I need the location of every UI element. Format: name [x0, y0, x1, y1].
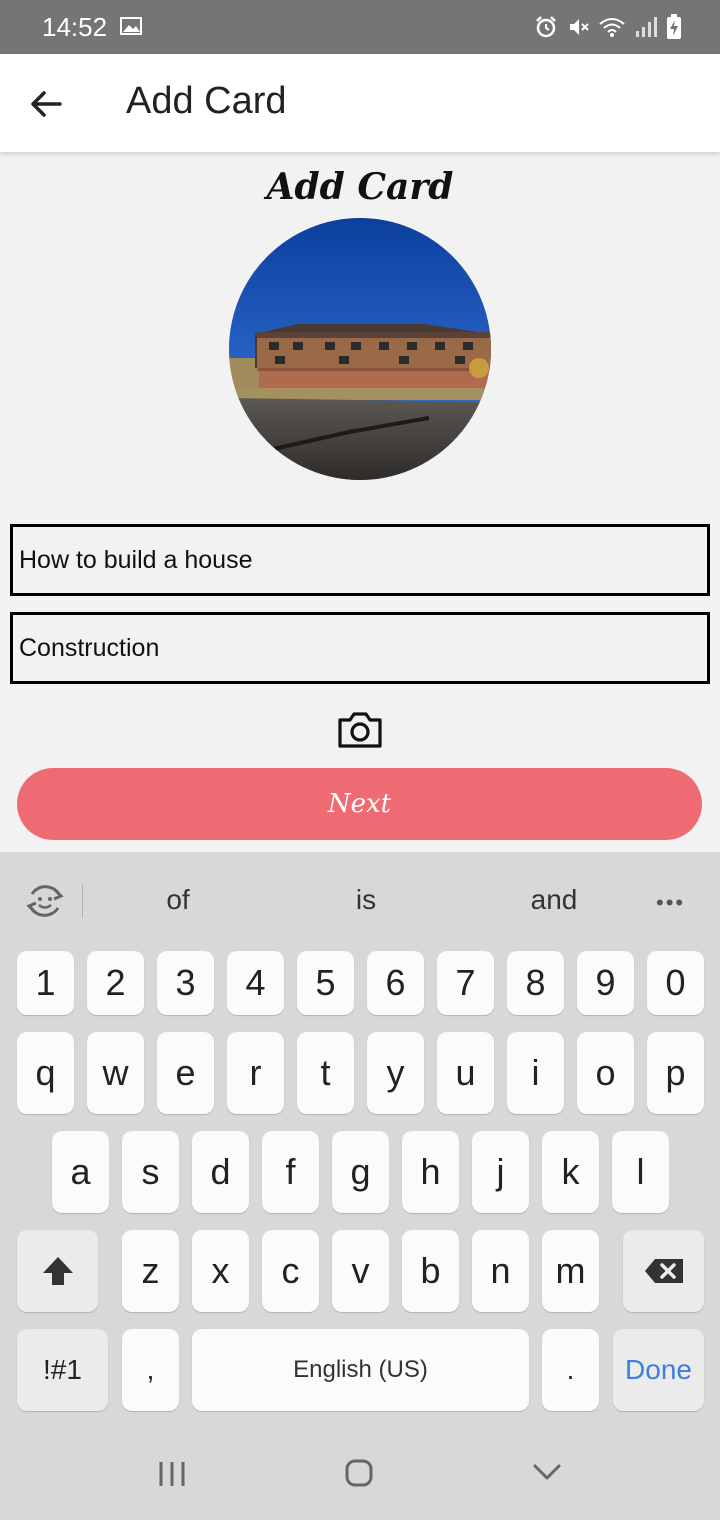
status-icons [534, 14, 682, 40]
backspace-icon [644, 1259, 683, 1283]
navigation-bar [0, 1432, 720, 1520]
key-d[interactable]: d [192, 1131, 249, 1213]
key-q[interactable]: q [17, 1032, 74, 1114]
image-icon [120, 17, 142, 35]
app-bar: Add Card [0, 54, 720, 152]
key-r[interactable]: r [227, 1032, 284, 1114]
shift-icon [42, 1257, 73, 1285]
more-icon[interactable]: ••• [656, 890, 685, 916]
camera-icon[interactable] [336, 710, 384, 750]
key-t[interactable]: t [297, 1032, 354, 1114]
suggestion-2[interactable]: is [286, 884, 446, 916]
key-m[interactable]: m [542, 1230, 599, 1312]
key-k[interactable]: k [542, 1131, 599, 1213]
mute-icon [570, 19, 589, 35]
key-c[interactable]: c [262, 1230, 319, 1312]
card-title-input[interactable] [13, 527, 707, 593]
alarm-icon [536, 16, 556, 38]
key-3[interactable]: 3 [157, 951, 214, 1015]
comma-key[interactable]: , [122, 1329, 179, 1411]
key-g[interactable]: g [332, 1131, 389, 1213]
arrow-left-icon[interactable] [26, 84, 66, 124]
suggestion-3[interactable]: and [474, 884, 634, 916]
card-category-input[interactable] [13, 615, 707, 681]
key-2[interactable]: 2 [87, 951, 144, 1015]
key-0[interactable]: 0 [647, 951, 704, 1015]
symbols-key[interactable]: !#1 [17, 1329, 108, 1411]
key-v[interactable]: v [332, 1230, 389, 1312]
key-o[interactable]: o [577, 1032, 634, 1114]
key-n[interactable]: n [472, 1230, 529, 1312]
key-f[interactable]: f [262, 1131, 319, 1213]
key-p[interactable]: p [647, 1032, 704, 1114]
card-category-field[interactable] [10, 612, 710, 684]
suggestion-bar: of is and ••• [0, 852, 720, 948]
battery-icon [667, 14, 681, 39]
key-1[interactable]: 1 [17, 951, 74, 1015]
emoji-sync-icon[interactable] [24, 880, 66, 922]
key-j[interactable]: j [472, 1131, 529, 1213]
signal-icon [636, 17, 657, 37]
done-key[interactable]: Done [613, 1329, 704, 1411]
period-key[interactable]: . [542, 1329, 599, 1411]
key-u[interactable]: u [437, 1032, 494, 1114]
status-bar: 14:52 [0, 0, 720, 54]
back-chevron-icon[interactable] [532, 1462, 562, 1484]
key-w[interactable]: w [87, 1032, 144, 1114]
key-z[interactable]: z [122, 1230, 179, 1312]
card-image[interactable] [229, 218, 491, 480]
form-heading: Add Card [266, 166, 454, 208]
key-8[interactable]: 8 [507, 951, 564, 1015]
page-title: Add Card [126, 80, 287, 122]
house-photo [229, 218, 491, 480]
key-h[interactable]: h [402, 1131, 459, 1213]
status-time: 14:52 [42, 12, 108, 42]
key-e[interactable]: e [157, 1032, 214, 1114]
key-4[interactable]: 4 [227, 951, 284, 1015]
key-a[interactable]: a [52, 1131, 109, 1213]
suggestion-1[interactable]: of [98, 884, 258, 916]
space-key[interactable]: English (US) [192, 1329, 529, 1411]
key-y[interactable]: y [367, 1032, 424, 1114]
key-x[interactable]: x [192, 1230, 249, 1312]
recents-icon[interactable] [158, 1460, 186, 1488]
key-7[interactable]: 7 [437, 951, 494, 1015]
next-button[interactable]: Next [17, 768, 702, 840]
key-6[interactable]: 6 [367, 951, 424, 1015]
key-i[interactable]: i [507, 1032, 564, 1114]
backspace-key[interactable] [623, 1230, 704, 1312]
key-s[interactable]: s [122, 1131, 179, 1213]
key-b[interactable]: b [402, 1230, 459, 1312]
keyboard: of is and ••• 1 2 3 4 5 6 7 8 9 0 q w e … [0, 852, 720, 1520]
wifi-icon [599, 18, 625, 37]
shift-key[interactable] [17, 1230, 98, 1312]
key-l[interactable]: l [612, 1131, 669, 1213]
card-title-field[interactable] [10, 524, 710, 596]
home-icon[interactable] [344, 1458, 374, 1488]
key-5[interactable]: 5 [297, 951, 354, 1015]
key-9[interactable]: 9 [577, 951, 634, 1015]
suggestion-divider [82, 884, 83, 918]
